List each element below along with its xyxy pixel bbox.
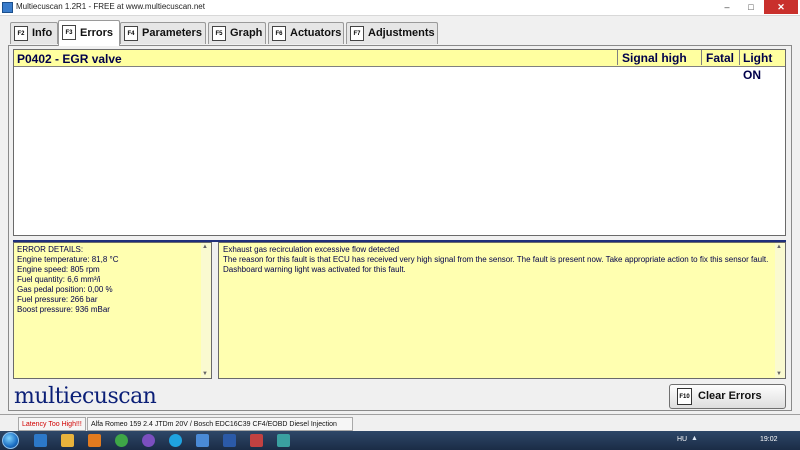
error-details-panel: ERROR DETAILS: Engine temperature: 81,8 … (13, 242, 212, 379)
close-button[interactable]: ✕ (764, 0, 798, 14)
viber-icon[interactable] (142, 434, 155, 447)
windows-taskbar: HU ▲ 19:02 (0, 431, 800, 450)
skype-icon[interactable] (169, 434, 182, 447)
error-description-panel: Exhaust gas recirculation excessive flow… (218, 242, 786, 379)
clock[interactable]: 19:02 (760, 436, 778, 443)
start-button[interactable] (2, 432, 19, 449)
word-icon[interactable] (223, 434, 236, 447)
tab-label: Graph (230, 27, 263, 39)
explorer-icon[interactable] (61, 434, 74, 447)
detail-line: Engine speed: 805 rpm (17, 265, 100, 274)
description-title: Exhaust gas recirculation excessive flow… (223, 245, 400, 254)
error-signal: Signal high (617, 50, 701, 65)
f4-key-icon: F4 (124, 26, 138, 41)
ie-icon[interactable] (34, 434, 47, 447)
scroll-down-icon[interactable]: ▼ (776, 371, 782, 377)
maximize-button[interactable]: □ (740, 0, 762, 14)
details-title: ERROR DETAILS: (17, 245, 84, 254)
vehicle-info: Alfa Romeo 159 2.4 JTDm 20V / Bosch EDC1… (87, 417, 353, 441)
language-indicator[interactable]: HU (677, 436, 687, 443)
tab-label: Parameters (142, 27, 202, 39)
clear-errors-button[interactable]: F10 Clear Errors (669, 384, 786, 409)
scroll-up-icon[interactable]: ▲ (202, 244, 208, 250)
detail-line: Boost pressure: 936 mBar (17, 305, 110, 314)
tab-label: Errors (80, 27, 114, 39)
minimize-button[interactable]: – (716, 0, 738, 14)
f7-key-icon: F7 (350, 26, 364, 41)
tab-label: Adjustments (368, 27, 435, 39)
app-icon-2[interactable] (250, 434, 263, 447)
tab-info[interactable]: F2 Info (10, 22, 58, 44)
tab-errors[interactable]: F3 Errors (58, 20, 120, 46)
details-scrollbar[interactable]: ▲ ▼ (201, 243, 211, 378)
tray-expand-icon[interactable]: ▲ (691, 435, 698, 442)
f5-key-icon: F5 (212, 26, 226, 41)
app-icon (2, 2, 13, 13)
f10-key-icon: F10 (677, 388, 692, 405)
detail-line: Fuel pressure: 266 bar (17, 295, 98, 304)
app-icon-3[interactable] (277, 434, 290, 447)
title-bar: Multiecuscan 1.2R1 - FREE at www.multiec… (0, 0, 800, 16)
window-title: Multiecuscan 1.2R1 - FREE at www.multiec… (16, 2, 205, 11)
app-icon[interactable] (196, 434, 209, 447)
chrome-icon[interactable] (115, 434, 128, 447)
status-bar: Latency Too High!!! Alfa Romeo 159 2.4 J… (0, 414, 800, 441)
error-description-text: Exhaust gas recirculation excessive flow… (223, 245, 771, 275)
error-fatal: Fatal (701, 50, 739, 65)
f2-key-icon: F2 (14, 26, 28, 41)
tab-label: Actuators (290, 27, 342, 39)
tab-adjustments[interactable]: F7 Adjustments (346, 22, 438, 44)
f6-key-icon: F6 (272, 26, 286, 41)
tab-graph[interactable]: F5 Graph (208, 22, 266, 44)
tab-label: Info (32, 27, 53, 39)
error-row[interactable]: P0402 - EGR valve Signal high Fatal Ligh… (14, 50, 785, 82)
multiecuscan-logo: multiecuscan (14, 384, 157, 409)
error-details-text: ERROR DETAILS: Engine temperature: 81,8 … (17, 245, 199, 315)
description-scrollbar[interactable]: ▲ ▼ (775, 243, 785, 378)
description-body: The reason for this fault is that ECU ha… (223, 255, 769, 274)
scroll-down-icon[interactable]: ▼ (202, 371, 208, 377)
detail-line: Engine temperature: 81,8 °C (17, 255, 119, 264)
error-list[interactable]: P0402 - EGR valve Signal high Fatal Ligh… (13, 49, 786, 236)
clear-errors-label: Clear Errors (698, 390, 762, 402)
latency-warning: Latency Too High!!! (18, 417, 86, 431)
error-code: P0402 - EGR valve (17, 52, 122, 66)
tab-parameters[interactable]: F4 Parameters (120, 22, 206, 44)
scroll-up-icon[interactable]: ▲ (776, 244, 782, 250)
error-light: Light ON (739, 50, 785, 82)
detail-line: Fuel quantity: 6,6 mm³/i (17, 275, 101, 284)
media-icon[interactable] (88, 434, 101, 447)
tab-actuators[interactable]: F6 Actuators (268, 22, 344, 44)
detail-line: Gas pedal position: 0,00 % (17, 285, 113, 294)
f3-key-icon: F3 (62, 25, 76, 40)
